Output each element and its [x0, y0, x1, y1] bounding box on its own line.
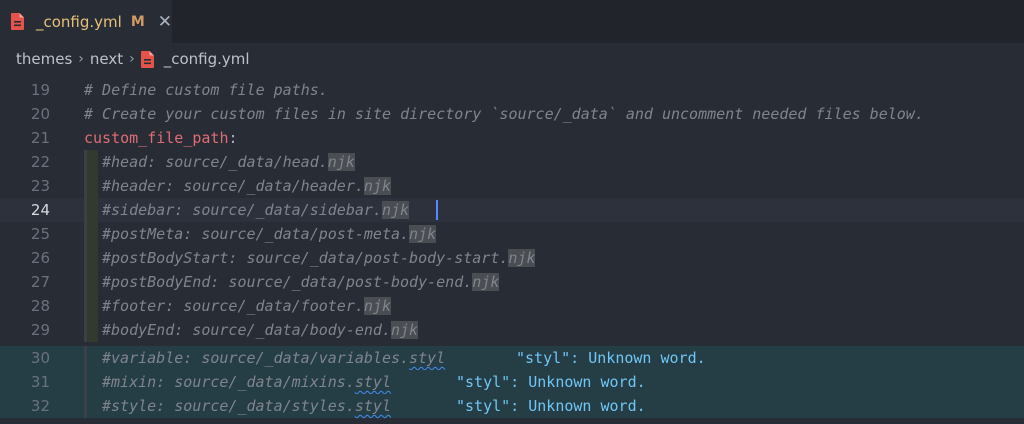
word-highlight: njk [381, 201, 410, 219]
line-content: #bodyEnd: source/_data/body-end.njk [102, 318, 419, 342]
code-line: 28 #footer: source/_data/footer.njk [0, 294, 1024, 318]
line-number: 20 [30, 105, 50, 123]
word-highlight: njk [327, 153, 355, 171]
breadcrumb: themes › next › _config.yml [0, 43, 1024, 75]
indent-highlight [87, 270, 98, 294]
code-line: 20 # Create your custom files in site di… [0, 102, 1024, 126]
comment-text: #footer: source/_data/footer. [102, 297, 364, 315]
chevron-right-icon: › [78, 51, 84, 67]
line-number: 24 [30, 201, 50, 219]
indent-highlight [87, 174, 98, 198]
breadcrumb-file[interactable]: _config.yml [164, 50, 250, 68]
code-line-diagnostic: 30 #variable: source/_data/variables.sty… [0, 346, 1024, 370]
word-highlight: njk [390, 321, 419, 339]
code-line: 22 #head: source/_data/head.njk [0, 150, 1024, 174]
line-number: 30 [30, 349, 50, 367]
line-number: 32 [30, 397, 50, 415]
tab-config-yml[interactable]: _config.yml M ✕ [0, 0, 172, 43]
line-content: # Create your custom files in site direc… [84, 105, 924, 123]
code-line-active: 24 #sidebar: source/_data/sidebar.njk [0, 198, 1024, 222]
word-highlight: njk [363, 177, 391, 195]
line-number: 25 [30, 225, 50, 243]
comment-text: #style: source/_data/styles. [102, 397, 355, 415]
line-number: 31 [30, 373, 50, 391]
comment-text: #bodyEnd: source/_data/body-end. [102, 321, 391, 339]
line-content: #sidebar: source/_data/sidebar.njk [102, 198, 410, 222]
line-content: #variable: source/_data/variables.styl [102, 346, 445, 370]
indent-highlight [87, 222, 98, 246]
file-icon [140, 50, 154, 68]
code-line-diagnostic: 32 #style: source/_data/styles.styl "sty… [0, 394, 1024, 418]
word-highlight: njk [508, 249, 536, 267]
colon: : [228, 129, 238, 147]
modified-badge: M [130, 13, 145, 30]
diagnostic-message: "styl": Unknown word. [456, 373, 646, 391]
indent-highlight [87, 198, 98, 222]
line-content: #postBodyEnd: source/_data/post-body-end… [102, 270, 500, 294]
comment-text: #mixin: source/_data/mixins. [102, 373, 355, 391]
comment-text: #head: source/_data/head. [102, 153, 328, 171]
code-line: 27 #postBodyEnd: source/_data/post-body-… [0, 270, 1024, 294]
comment-text: #postMeta: source/_data/post-meta. [102, 225, 410, 243]
tab-label: _config.yml [36, 12, 122, 31]
tab-bar: _config.yml M ✕ [0, 0, 1024, 43]
close-icon[interactable]: ✕ [158, 12, 172, 32]
word-highlight: njk [472, 273, 500, 291]
error-squiggle[interactable]: styl [409, 349, 445, 367]
line-number: 28 [30, 297, 50, 315]
indent-highlight [87, 246, 98, 270]
code-line: 25 #postMeta: source/_data/post-meta.njk [0, 222, 1024, 246]
code-line-diagnostic: 31 #mixin: source/_data/mixins.styl "sty… [0, 370, 1024, 394]
comment-text: #variable: source/_data/variables. [102, 349, 410, 367]
line-content: #footer: source/_data/footer.njk [102, 294, 391, 318]
line-content: #header: source/_data/header.njk [102, 174, 391, 198]
code-line: 19 # Define custom file paths. [0, 78, 1024, 102]
indent-guide [84, 346, 87, 370]
line-content: # Define custom file paths. [84, 81, 328, 99]
line-content: #mixin: source/_data/mixins.styl [102, 370, 391, 394]
error-squiggle[interactable]: styl [355, 397, 391, 415]
line-content: #postMeta: source/_data/post-meta.njk [102, 222, 437, 246]
line-number: 21 [30, 129, 50, 147]
file-icon [11, 13, 24, 30]
line-number: 23 [30, 177, 50, 195]
word-highlight: njk [363, 297, 391, 315]
line-content: #style: source/_data/styles.styl [102, 394, 391, 418]
error-squiggle[interactable]: styl [355, 373, 391, 391]
indent-highlight [87, 294, 98, 318]
diagnostic-message: "styl": Unknown word. [516, 349, 706, 367]
comment-text: #sidebar: source/_data/sidebar. [102, 201, 382, 219]
line-number: 19 [30, 81, 50, 99]
line-number: 29 [30, 321, 50, 339]
line-number: 27 [30, 273, 50, 291]
line-content: #head: source/_data/head.njk [102, 150, 355, 174]
chevron-right-icon: › [129, 51, 135, 67]
line-content: #postBodyStart: source/_data/post-body-s… [102, 246, 536, 270]
breadcrumb-themes[interactable]: themes [16, 50, 72, 68]
line-number: 26 [30, 249, 50, 267]
comment-text: #postBodyStart: source/_data/post-body-s… [102, 249, 509, 267]
code-line: 29 #bodyEnd: source/_data/body-end.njk [0, 318, 1024, 342]
diagnostic-message: "styl": Unknown word. [456, 397, 646, 415]
text-cursor [436, 200, 438, 220]
indent-highlight [87, 150, 98, 174]
indent-guide [84, 394, 87, 418]
yaml-key: custom_file_path [84, 129, 229, 147]
code-editor[interactable]: 19 # Define custom file paths. 20 # Crea… [0, 78, 1024, 424]
word-highlight: njk [409, 225, 437, 243]
line-number: 22 [30, 153, 50, 171]
line-content: custom_file_path: [84, 126, 238, 150]
indent-guide [84, 370, 87, 394]
comment-text: #header: source/_data/header. [102, 177, 364, 195]
breadcrumb-next[interactable]: next [90, 50, 123, 68]
code-line: 26 #postBodyStart: source/_data/post-bod… [0, 246, 1024, 270]
indent-highlight [87, 318, 98, 342]
code-line: 23 #header: source/_data/header.njk [0, 174, 1024, 198]
comment-text: #postBodyEnd: source/_data/post-body-end… [102, 273, 473, 291]
code-line: 21 custom_file_path: [0, 126, 1024, 150]
